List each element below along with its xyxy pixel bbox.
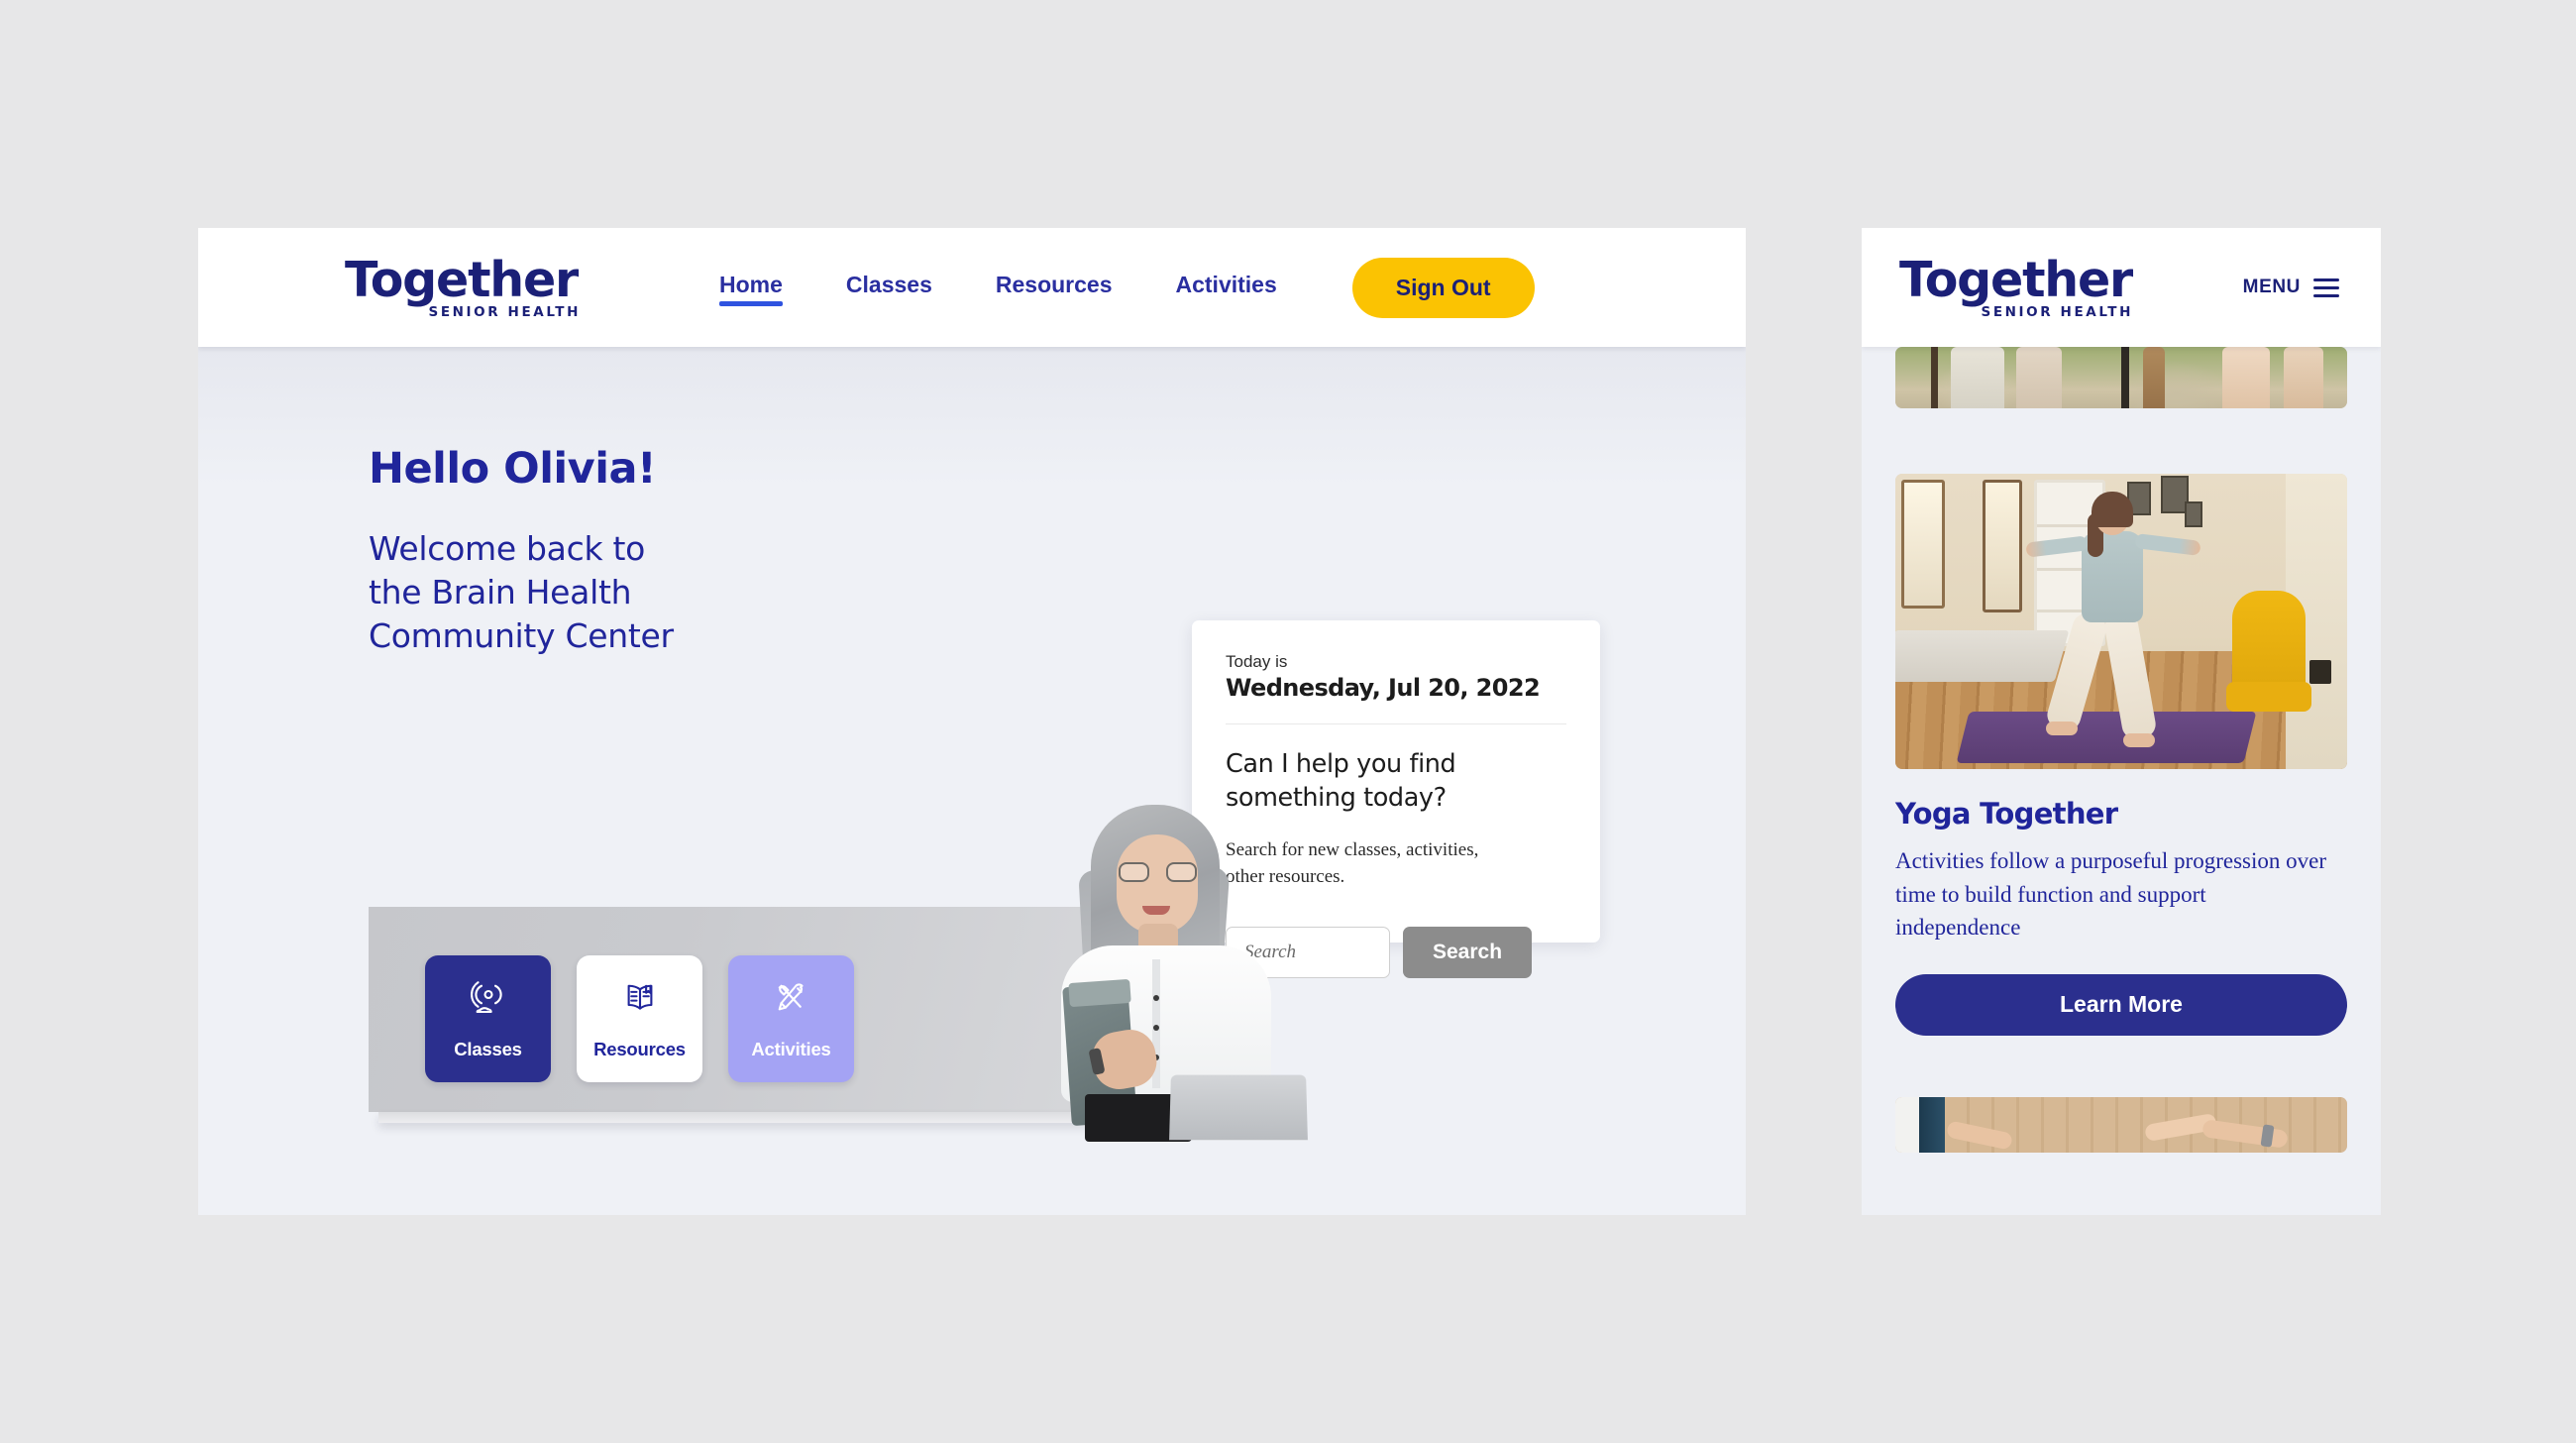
yoga-person: [2025, 492, 2201, 761]
desk-ledge: [378, 1112, 1094, 1123]
face: [1117, 834, 1198, 934]
yoga-scene: [1895, 474, 2347, 769]
fireplace-opening: [2309, 660, 2331, 684]
brand-logo-tagline: SENIOR HEALTH: [428, 303, 581, 320]
hero-person-image: [1035, 801, 1308, 1142]
mobile-viewport: Together SENIOR HEALTH MENU Yoga Togethe…: [1862, 228, 2381, 1215]
today-label: Today is: [1226, 652, 1288, 671]
brush-and-pencil-icon: [771, 977, 812, 1024]
laptop: [1169, 1074, 1308, 1141]
search-button[interactable]: Search: [1403, 927, 1533, 979]
welcome-line-3: Community Center: [369, 616, 674, 656]
screenshot-stage: Together SENIOR HEALTH Home Classes Reso…: [0, 0, 2576, 1443]
tile-classes[interactable]: Classes: [425, 955, 551, 1082]
hero-heading-block: Hello Olivia! Welcome back to the Brain …: [369, 444, 864, 659]
walking-scene: [1895, 347, 2347, 408]
mobile-brand-logo[interactable]: Together SENIOR HEALTH: [1899, 256, 2135, 320]
blouse-button-1: [1153, 995, 1159, 1001]
desktop-viewport: Together SENIOR HEALTH Home Classes Reso…: [198, 228, 1746, 1215]
brand-logo[interactable]: Together SENIOR HEALTH: [345, 256, 583, 320]
window-right: [1983, 480, 2022, 612]
tile-classes-label: Classes: [454, 1039, 522, 1059]
walker-leg-4: [2284, 347, 2323, 408]
tile-resources-label: Resources: [593, 1039, 686, 1059]
tree-trunk-right: [2121, 347, 2129, 408]
hamburger-icon: [2313, 278, 2339, 297]
tile-activities-label: Activities: [751, 1039, 831, 1059]
brand-logo-name: Together: [345, 251, 579, 308]
walking-stick: [2143, 347, 2165, 408]
folder-clip: [1068, 978, 1131, 1008]
nav-item-home[interactable]: Home: [719, 272, 783, 306]
yoga-hair: [2092, 492, 2133, 527]
menu-label: MENU: [2242, 277, 2301, 297]
menu-button[interactable]: MENU: [2243, 277, 2339, 298]
yoga-foot-right: [2123, 733, 2155, 747]
dark-curtain: [1919, 1096, 1945, 1153]
learn-more-button[interactable]: Learn More: [1895, 973, 2347, 1036]
tree-trunk-left: [1931, 347, 1938, 408]
mobile-scroll-area[interactable]: Yoga Together Activities follow a purpos…: [1862, 347, 2381, 1153]
walker-leg-1: [1951, 347, 2004, 408]
welcome-line-2: the Brain Health: [369, 573, 632, 612]
sign-out-button[interactable]: Sign Out: [1351, 257, 1535, 318]
nav-item-classes[interactable]: Classes: [846, 272, 932, 304]
mobile-brand-logo-name: Together: [1899, 251, 2133, 308]
tile-activities[interactable]: Activities: [728, 955, 854, 1082]
yoga-leg-right: [2102, 610, 2158, 741]
yoga-foot-left: [2046, 722, 2078, 735]
armchair-seat: [2226, 682, 2311, 712]
welcome-line-1: Welcome back to: [369, 529, 645, 568]
today-date: Wednesday, Jul 20, 2022: [1226, 674, 1541, 702]
image-hands-cropped: [1895, 1096, 2347, 1153]
hands-scene: [1895, 1096, 2347, 1153]
card-description: Activities follow a purposeful progressi…: [1895, 848, 2326, 941]
greeting-text: Hello Olivia!: [369, 444, 657, 494]
glasses-icon: [1117, 862, 1200, 882]
quick-links: Classes Resources Activities: [425, 955, 854, 1082]
image-walking-cropped: [1895, 347, 2347, 408]
wall-edge: [1895, 1096, 1919, 1153]
welcome-text: Welcome back to the Brain Health Communi…: [369, 527, 864, 659]
nav-item-resources[interactable]: Resources: [996, 272, 1113, 304]
meditation-icon: [468, 977, 509, 1024]
open-book-icon: [619, 977, 661, 1024]
yoga-leg-left: [2044, 610, 2109, 734]
mobile-brand-logo-tagline: SENIOR HEALTH: [1981, 303, 2133, 320]
search-question-line-1: Can I help you find: [1226, 749, 1456, 779]
mobile-header: Together SENIOR HEALTH MENU: [1862, 228, 2381, 347]
walker-leg-2: [2016, 347, 2062, 408]
desktop-content: Hello Olivia! Welcome back to the Brain …: [198, 347, 1746, 1215]
main-navigation: Home Classes Resources Activities: [719, 272, 1277, 306]
window-left: [1901, 480, 1945, 609]
nav-item-activities[interactable]: Activities: [1176, 272, 1277, 304]
card-title: Yoga Together: [1895, 797, 2118, 831]
walker-leg-3: [2222, 347, 2270, 408]
image-yoga-pose: [1895, 474, 2347, 769]
blouse-button-2: [1153, 1025, 1159, 1031]
card-divider: [1226, 723, 1566, 724]
desktop-header: Together SENIOR HEALTH Home Classes Reso…: [198, 228, 1746, 347]
tile-resources[interactable]: Resources: [577, 955, 702, 1082]
